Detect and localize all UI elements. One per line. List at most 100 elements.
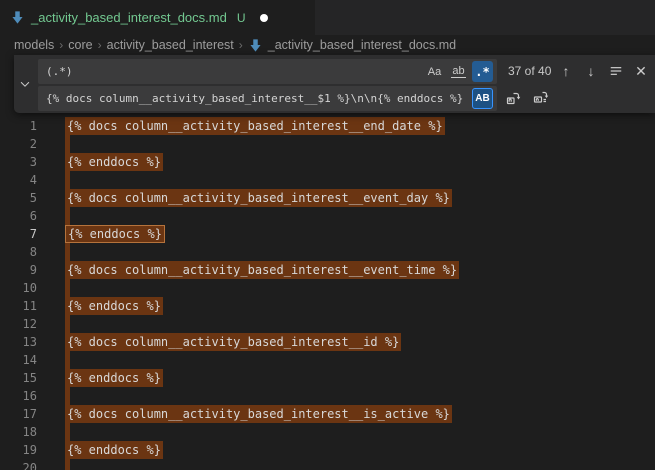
breadcrumb-item-models[interactable]: models (14, 38, 54, 52)
breadcrumb-item-activity-based-interest[interactable]: activity_based_interest (107, 38, 234, 52)
editor-line[interactable]: 17 {% docs column__activity_based_interes… (0, 405, 655, 423)
line-number: 6 (0, 207, 37, 225)
file-type-arrow-icon (248, 38, 263, 53)
line-number: 5 (0, 189, 37, 207)
code-text[interactable] (65, 315, 70, 333)
chevron-down-icon (18, 77, 32, 91)
code-text[interactable]: {% enddocs %} (65, 297, 163, 315)
code-text[interactable]: {% enddocs %} (65, 369, 163, 387)
replace-button[interactable] (503, 88, 523, 108)
line-number: 10 (0, 279, 37, 297)
replace-input-value[interactable]: {% docs column__activity_based_interest_… (46, 86, 469, 111)
line-number: 17 (0, 405, 37, 423)
code-text[interactable] (65, 279, 70, 297)
line-number: 19 (0, 441, 37, 459)
code-text[interactable]: {% docs column__activity_based_interest_… (65, 117, 445, 135)
close-icon: ✕ (635, 63, 647, 80)
code-text[interactable] (65, 135, 70, 153)
editor-line[interactable]: 14 (0, 351, 655, 369)
line-number: 14 (0, 351, 37, 369)
find-in-selection-button[interactable] (606, 61, 626, 81)
editor-line[interactable]: 6 (0, 207, 655, 225)
preserve-case-toggle[interactable]: AB (472, 88, 493, 109)
editor-line[interactable]: 20 (0, 459, 655, 470)
editor-line[interactable]: 13 {% docs column__activity_based_interes… (0, 333, 655, 351)
breadcrumb-separator: › (59, 38, 63, 52)
breadcrumb-item-core[interactable]: core (68, 38, 92, 52)
close-find-widget-button[interactable]: ✕ (631, 61, 651, 81)
editor-line[interactable]: 12 (0, 315, 655, 333)
line-number: 20 (0, 459, 37, 470)
whole-word-toggle[interactable]: ab (448, 61, 469, 82)
find-input[interactable]: (.*) Aa ab .* (38, 59, 497, 84)
editor-line[interactable]: 5 {% docs column__activity_based_interest… (0, 189, 655, 207)
unsaved-changes-dot[interactable] (260, 14, 268, 22)
replace-all-button[interactable] (531, 88, 551, 108)
editor-line[interactable]: 7 {% enddocs %} (0, 225, 655, 243)
git-status-badge: U (237, 11, 246, 25)
arrow-up-icon: ↑ (563, 63, 570, 79)
arrow-down-icon: ↓ (588, 63, 595, 79)
code-text[interactable] (65, 243, 70, 261)
regex-toggle[interactable]: .* (472, 61, 493, 82)
line-number: 15 (0, 369, 37, 387)
code-text[interactable]: {% enddocs %} (65, 153, 163, 171)
code-editor[interactable]: 1 {% docs column__activity_based_interest… (0, 55, 655, 470)
find-replace-widget: (.*) Aa ab .* 37 of 40 ↑ ↓ (14, 55, 655, 113)
editor-line[interactable]: 3 {% enddocs %} (0, 153, 655, 171)
code-text[interactable] (65, 423, 70, 441)
replace-all-icon (533, 90, 549, 106)
line-number: 18 (0, 423, 37, 441)
line-number: 16 (0, 387, 37, 405)
next-match-button[interactable]: ↓ (581, 61, 601, 81)
code-text[interactable]: {% docs column__activity_based_interest_… (65, 261, 459, 279)
line-number: 3 (0, 153, 37, 171)
line-number: 4 (0, 171, 37, 189)
code-text[interactable] (65, 387, 70, 405)
tab-bar: _activity_based_interest_docs.md U (0, 0, 655, 35)
match-count-label: 37 of 40 (508, 59, 551, 84)
code-text[interactable]: {% enddocs %} (65, 441, 163, 459)
replace-icon (505, 90, 521, 106)
editor-line[interactable]: 2 (0, 135, 655, 153)
editor-line[interactable]: 16 (0, 387, 655, 405)
breadcrumb-separator: › (98, 38, 102, 52)
code-text[interactable]: {% docs column__activity_based_interest_… (65, 405, 452, 423)
match-case-toggle[interactable]: Aa (424, 61, 445, 82)
line-number: 7 (0, 225, 37, 243)
line-number: 9 (0, 261, 37, 279)
line-number: 13 (0, 333, 37, 351)
toggle-replace-button[interactable] (14, 55, 36, 113)
editor-line[interactable]: 4 (0, 171, 655, 189)
current-find-match[interactable]: {% enddocs %} (65, 225, 165, 243)
breadcrumb: models › core › activity_based_interest … (0, 35, 655, 55)
line-number: 2 (0, 135, 37, 153)
editor-line[interactable]: 19 {% enddocs %} (0, 441, 655, 459)
line-number: 1 (0, 117, 37, 135)
code-text[interactable] (65, 207, 70, 225)
previous-match-button[interactable]: ↑ (556, 61, 576, 81)
code-text[interactable]: {% docs column__activity_based_interest_… (65, 333, 401, 351)
editor-line[interactable]: 1 {% docs column__activity_based_interest… (0, 117, 655, 135)
find-input-value[interactable]: (.*) (46, 59, 421, 84)
tab-filename: _activity_based_interest_docs.md (31, 10, 227, 25)
line-number: 8 (0, 243, 37, 261)
editor-line[interactable]: 9 {% docs column__activity_based_interest… (0, 261, 655, 279)
editor-line[interactable]: 15 {% enddocs %} (0, 369, 655, 387)
code-text[interactable] (65, 171, 70, 189)
replace-input[interactable]: {% docs column__activity_based_interest_… (38, 86, 497, 111)
code-text[interactable]: {% docs column__activity_based_interest_… (65, 189, 452, 207)
line-number: 12 (0, 315, 37, 333)
breadcrumb-item-file[interactable]: _activity_based_interest_docs.md (248, 38, 456, 53)
editor-line[interactable]: 8 (0, 243, 655, 261)
code-text[interactable] (65, 351, 70, 369)
code-text[interactable] (65, 459, 70, 470)
line-number: 11 (0, 297, 37, 315)
editor-line[interactable]: 18 (0, 423, 655, 441)
file-type-arrow-icon (10, 10, 25, 25)
breadcrumb-separator: › (239, 38, 243, 52)
editor-line[interactable]: 11 {% enddocs %} (0, 297, 655, 315)
selection-lines-icon (609, 64, 623, 78)
editor-line[interactable]: 10 (0, 279, 655, 297)
editor-tab[interactable]: _activity_based_interest_docs.md U (0, 0, 315, 35)
